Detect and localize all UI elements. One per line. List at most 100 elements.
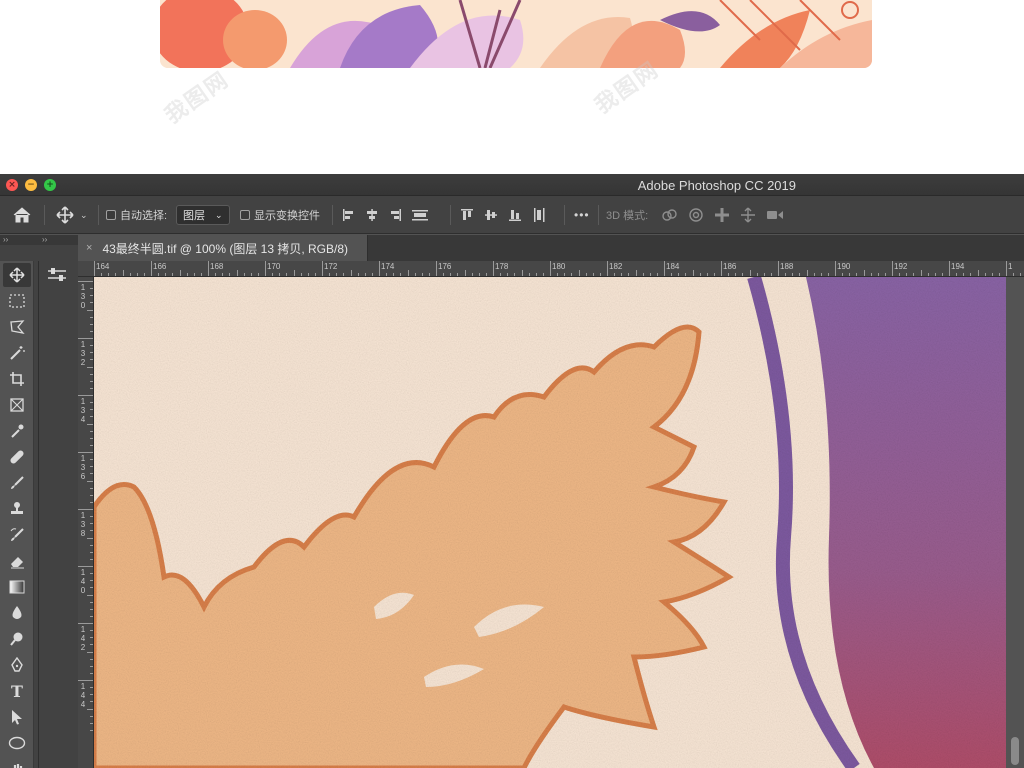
align-vertical-center-icon[interactable] <box>484 208 498 222</box>
watermark: 我图网 <box>160 67 235 129</box>
collapse-toolbar-button[interactable]: ›› <box>3 235 8 244</box>
magic-wand-tool[interactable] <box>3 341 31 365</box>
auto-select-target-value: 图层 <box>183 210 205 222</box>
ruler-label: 130 <box>80 283 86 310</box>
crop-icon <box>10 372 24 386</box>
align-horizontal-center-icon[interactable] <box>365 208 379 222</box>
polygonal-lasso-icon <box>10 320 25 334</box>
ruler-label: 136 <box>80 454 86 481</box>
type-tool[interactable]: T <box>3 679 31 703</box>
ruler-label: 170 <box>267 262 281 271</box>
move-tool[interactable] <box>3 263 31 287</box>
distribute-horizontal-icon[interactable] <box>411 208 429 222</box>
ruler-label: 164 <box>96 262 110 271</box>
frame-icon <box>10 398 24 412</box>
slide-3d-icon[interactable] <box>740 207 756 223</box>
distribute-vertical-icon[interactable] <box>532 207 546 223</box>
more-options-button[interactable]: ••• <box>574 196 590 234</box>
history-brush-tool[interactable] <box>3 523 31 547</box>
ellipse-icon <box>8 736 26 750</box>
checkbox-icon <box>106 210 116 220</box>
ruler-label: 190 <box>837 262 851 271</box>
ruler-label: 176 <box>438 262 452 271</box>
dodge-tool[interactable] <box>3 627 31 651</box>
ruler-label: 168 <box>210 262 224 271</box>
move-tool-preset[interactable]: ⌄ <box>56 196 88 234</box>
horizontal-ruler: 164 166 168 170 172 174 176 178 180 182 184 186 188 1… <box>78 261 1024 277</box>
document-tab[interactable]: × 43最终半圆.tif @ 100% (图层 13 拷贝, RGB/8) <box>78 235 368 261</box>
crop-tool[interactable] <box>3 367 31 391</box>
roll-3d-icon[interactable] <box>688 207 704 223</box>
photoshop-window: × − + Adobe Photoshop CC 2019 ⌄ 自动选择: 图层… <box>0 174 1024 768</box>
align-vertical-group <box>460 196 546 234</box>
auto-select-checkbox[interactable]: 自动选择: <box>106 196 167 234</box>
close-tab-icon[interactable]: × <box>86 242 92 254</box>
eraser-tool[interactable] <box>3 549 31 573</box>
ruler-label: 186 <box>723 262 737 271</box>
type-icon: T <box>11 681 23 701</box>
pen-tool[interactable] <box>3 653 31 677</box>
magic-wand-icon <box>10 346 25 360</box>
ruler-label: 192 <box>894 262 908 271</box>
scrollbar-thumb[interactable] <box>1011 737 1019 765</box>
healing-brush-tool[interactable] <box>3 445 31 469</box>
vertical-ruler: 130 132 134 136 138 140 142 144 <box>78 277 94 768</box>
rectangle-marquee-icon <box>9 294 25 308</box>
eyedropper-icon <box>11 424 24 438</box>
stamp-icon <box>11 502 23 514</box>
vertical-scrollbar[interactable] <box>1006 277 1024 768</box>
collapse-panel-button[interactable]: ›› <box>42 235 47 244</box>
marquee-tool[interactable] <box>3 289 31 313</box>
camera-3d-icon[interactable] <box>766 208 784 222</box>
ruler-label: 134 <box>80 397 86 424</box>
align-buttons-group <box>342 196 429 234</box>
ruler-label: 144 <box>80 682 86 709</box>
options-bar: ⌄ 自动选择: 图层 ⌄ 显示变换控件 ••• 3D 模式: <box>0 196 1024 234</box>
hand-tool[interactable] <box>3 757 31 768</box>
align-right-icon[interactable] <box>388 208 402 222</box>
pan-3d-icon[interactable] <box>714 207 730 223</box>
bandage-icon <box>10 450 24 464</box>
minimize-window-button[interactable]: − <box>25 179 37 191</box>
arrow-cursor-icon <box>12 710 22 725</box>
gradient-tool[interactable] <box>3 575 31 599</box>
show-transform-checkbox[interactable]: 显示变换控件 <box>240 196 320 234</box>
align-bottom-icon[interactable] <box>508 208 522 222</box>
eyedropper-tool[interactable] <box>3 419 31 443</box>
document-title: 43最终半圆.tif @ 100% (图层 13 拷贝, RGB/8) <box>102 241 349 256</box>
ellipse-tool[interactable] <box>3 731 31 755</box>
brush-tool[interactable] <box>3 471 31 495</box>
drop-icon <box>12 606 22 619</box>
ruler-label: 140 <box>80 568 86 595</box>
ruler-label: 182 <box>609 262 623 271</box>
sliders-icon <box>48 268 66 281</box>
lasso-tool[interactable] <box>3 315 31 339</box>
auto-select-target-dropdown[interactable]: 图层 ⌄ <box>176 196 230 234</box>
close-window-button[interactable]: × <box>6 179 18 191</box>
home-button[interactable] <box>12 196 32 234</box>
move-icon <box>9 267 25 283</box>
collapsed-panel-dock <box>38 261 74 768</box>
blur-tool[interactable] <box>3 601 31 625</box>
align-left-icon[interactable] <box>342 208 356 222</box>
document-tab-bar: × 43最终半圆.tif @ 100% (图层 13 拷贝, RGB/8) <box>78 235 1024 261</box>
chevron-down-icon: ⌄ <box>80 209 88 220</box>
brush-icon <box>11 476 24 489</box>
pen-icon <box>11 657 23 672</box>
frame-tool[interactable] <box>3 393 31 417</box>
move-icon <box>56 206 74 224</box>
ruler-label: 188 <box>780 262 794 271</box>
auto-select-label: 自动选择: <box>120 210 168 222</box>
orbit-3d-icon[interactable] <box>660 208 678 222</box>
ruler-label: 184 <box>666 262 680 271</box>
eraser-icon <box>11 557 24 569</box>
ruler-label: 180 <box>552 262 566 271</box>
zoom-window-button[interactable]: + <box>44 179 56 191</box>
ruler-label: 132 <box>80 340 86 367</box>
properties-panel-button[interactable] <box>47 267 67 288</box>
clone-stamp-tool[interactable] <box>3 497 31 521</box>
chevron-down-icon: ⌄ <box>215 209 223 220</box>
document-canvas[interactable] <box>94 277 1006 768</box>
align-top-icon[interactable] <box>460 208 474 222</box>
path-selection-tool[interactable] <box>3 705 31 729</box>
